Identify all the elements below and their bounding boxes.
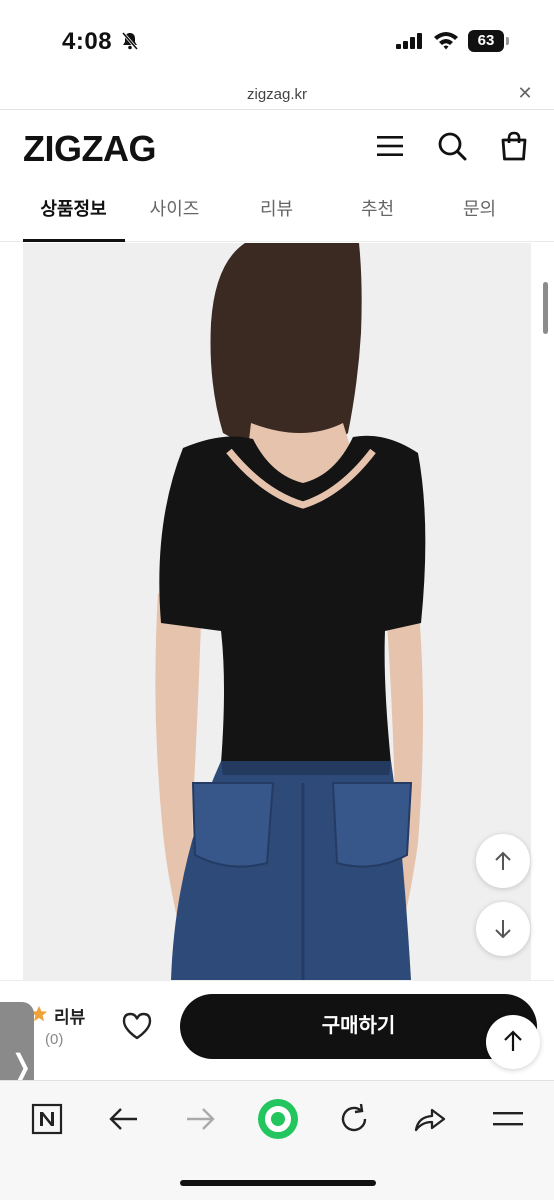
battery-level: 63: [468, 30, 504, 52]
reload-icon[interactable]: [334, 1099, 374, 1139]
tab-size[interactable]: 사이즈: [124, 184, 225, 242]
buy-button[interactable]: 구매하기: [180, 994, 537, 1059]
close-icon[interactable]: ✕: [516, 84, 534, 102]
hamburger-menu-icon[interactable]: [488, 1099, 528, 1139]
shopping-bag-icon[interactable]: [498, 130, 530, 162]
scroll-up-button[interactable]: [476, 834, 530, 888]
back-arrow-icon[interactable]: [104, 1099, 144, 1139]
battery-indicator: 63: [468, 30, 510, 52]
product-image[interactable]: [23, 243, 531, 980]
share-icon[interactable]: [410, 1099, 450, 1139]
tab-product-info[interactable]: 상품정보: [23, 184, 124, 242]
review-label[interactable]: 리뷰: [54, 1003, 85, 1028]
battery-tip: [506, 37, 509, 45]
url-bar[interactable]: zigzag.kr ✕: [0, 80, 554, 110]
forward-arrow-icon[interactable]: [180, 1099, 220, 1139]
menu-icon[interactable]: [374, 130, 406, 162]
browser-toolbar: [0, 1080, 554, 1160]
status-bar: 4:08 63: [0, 0, 554, 80]
status-time: 4:08: [62, 28, 113, 55]
scroll-to-top-button[interactable]: [486, 1015, 540, 1069]
search-icon[interactable]: [436, 130, 468, 162]
green-home-icon[interactable]: [256, 1097, 300, 1141]
cellular-signal-icon: [396, 33, 422, 49]
product-photo-illustration: [23, 243, 531, 980]
site-header: ZIGZAG: [0, 110, 554, 184]
heart-icon[interactable]: [121, 1011, 153, 1041]
purchase-bar: 리뷰 (0) 구매하기: [0, 980, 554, 1080]
site-logo[interactable]: ZIGZAG: [23, 128, 156, 170]
naver-n-icon[interactable]: [28, 1099, 68, 1139]
chevron-right-icon: ❭: [8, 1048, 35, 1084]
arrow-up-icon: [495, 851, 511, 870]
home-indicator-area: [0, 1160, 554, 1200]
tab-review[interactable]: 리뷰: [226, 184, 327, 242]
active-tab-indicator: [23, 239, 125, 242]
tab-recommend[interactable]: 추천: [327, 184, 428, 242]
arrow-up-icon: [504, 1030, 522, 1051]
bell-muted-icon: [121, 32, 139, 50]
arrow-down-icon: [495, 920, 511, 939]
review-count: (0): [45, 1031, 64, 1048]
scroll-down-button[interactable]: [476, 902, 530, 956]
home-indicator[interactable]: [180, 1180, 376, 1186]
product-tabs: 상품정보 사이즈 리뷰 추천 문의: [0, 184, 554, 242]
tab-inquiry[interactable]: 문의: [429, 184, 530, 242]
wifi-icon: [434, 32, 458, 50]
url-domain[interactable]: zigzag.kr: [0, 86, 554, 103]
scroll-indicator[interactable]: [543, 282, 548, 334]
